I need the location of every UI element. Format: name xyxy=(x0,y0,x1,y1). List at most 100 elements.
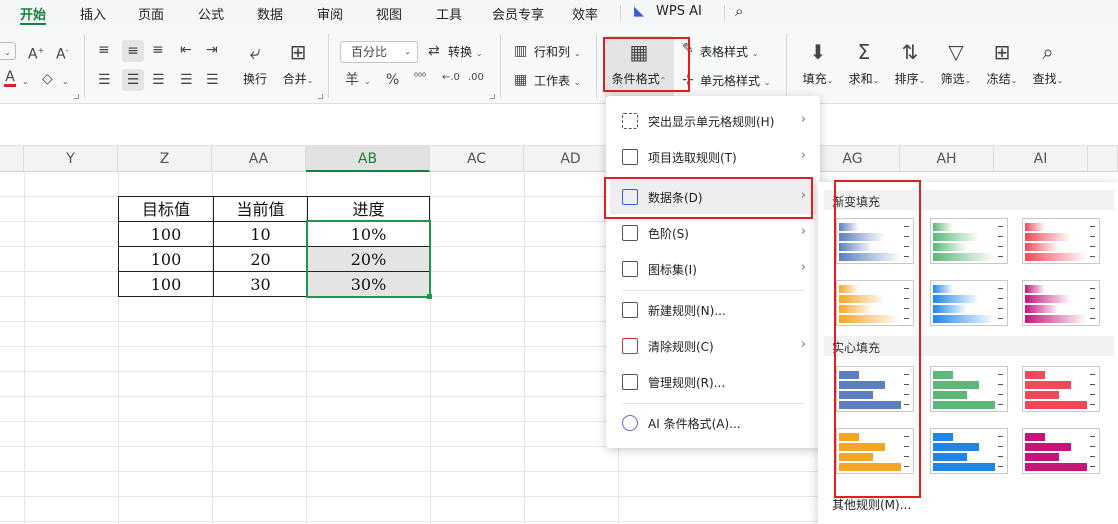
eraser-icon[interactable]: ◇ xyxy=(42,71,53,87)
filter-button[interactable]: ▽ 筛选⌄ xyxy=(934,36,978,87)
convert-icon[interactable]: ⇄ xyxy=(428,43,440,59)
menu-item-ai-conditional-format[interactable]: AI 条件格式(A)... xyxy=(610,406,816,440)
tab-wps-ai[interactable]: WPS AI xyxy=(656,4,702,19)
table-cell[interactable]: 100 xyxy=(119,222,214,247)
gradient-databar-magenta[interactable] xyxy=(1022,280,1100,326)
table-cell[interactable]: 10 xyxy=(214,222,308,247)
table-cell[interactable]: 30 xyxy=(214,272,308,297)
row-col-button[interactable]: 行和列 ⌄ xyxy=(534,43,581,60)
highlight-box-conditional-format xyxy=(603,37,690,92)
font-group-launcher[interactable] xyxy=(74,94,79,99)
decrease-font-icon[interactable]: A- xyxy=(56,43,68,63)
decrease-decimal-icon[interactable]: .00 xyxy=(468,70,484,86)
worksheet-button[interactable]: 工作表 ⌄ xyxy=(534,72,581,89)
header-progress[interactable]: 进度 xyxy=(308,197,430,222)
swatch-bar xyxy=(1025,243,1059,251)
align-middle-icon[interactable]: ≡ xyxy=(122,40,144,62)
sort-button[interactable]: ⇅ 排序⌄ xyxy=(888,36,932,87)
align-top-icon[interactable]: ≡ xyxy=(98,42,110,58)
row-col-icon[interactable]: ▥ xyxy=(514,43,527,59)
divider xyxy=(596,34,597,98)
cell-style-button[interactable]: 单元格样式 ⌄ xyxy=(700,72,771,89)
menu-item-new-rule[interactable]: 新建规则(N)... xyxy=(610,293,816,327)
distribute-icon[interactable]: ☰ xyxy=(206,72,219,88)
column-header-ah[interactable]: AH xyxy=(900,146,994,172)
column-header-ad[interactable]: AD xyxy=(524,146,618,172)
menu-item-icon-sets[interactable]: 图标集(I) › xyxy=(610,252,816,286)
column-header-aa[interactable]: AA xyxy=(212,146,306,172)
increase-decimal-icon[interactable]: ←.0 xyxy=(442,70,460,86)
wps-ai-logo-icon[interactable]: ◣ xyxy=(634,4,644,19)
tab-efficiency[interactable]: 效率 xyxy=(572,4,598,23)
tab-tools[interactable]: 工具 xyxy=(436,4,462,23)
menu-item-manage-rules[interactable]: 管理规则(R)... xyxy=(610,365,816,399)
thousands-icon[interactable]: ⁰⁰⁰ xyxy=(414,70,426,86)
increase-font-icon[interactable]: A+ xyxy=(28,43,44,63)
increase-indent-icon[interactable]: ⇥ xyxy=(206,42,218,58)
column-header-aj[interactable] xyxy=(1088,146,1118,172)
font-size-box[interactable]: ⌄ xyxy=(0,42,16,60)
align-group-launcher[interactable] xyxy=(318,94,323,99)
gradient-databar-red[interactable] xyxy=(1022,218,1100,264)
tab-view[interactable]: 视图 xyxy=(376,4,402,23)
column-header-ai[interactable]: AI xyxy=(994,146,1088,172)
tab-formula[interactable]: 公式 xyxy=(198,4,224,23)
column-header-ag[interactable]: AG xyxy=(806,146,900,172)
table-cell[interactable]: 20 xyxy=(214,247,308,272)
table-cell[interactable]: 100 xyxy=(119,272,214,297)
solid-databar-green[interactable] xyxy=(930,366,1008,412)
corner-cell[interactable] xyxy=(0,146,24,172)
solid-databar-red[interactable] xyxy=(1022,366,1100,412)
tab-insert[interactable]: 插入 xyxy=(80,4,106,23)
currency-icon[interactable]: 羊 xyxy=(345,72,359,88)
tab-page[interactable]: 页面 xyxy=(138,4,164,23)
wrap-button[interactable]: ⤶ 换行 xyxy=(233,36,277,87)
align-left-icon[interactable]: ☰ xyxy=(98,72,111,88)
merge-button[interactable]: ⊞ 合并⌄ xyxy=(276,36,320,87)
align-bottom-icon[interactable]: ≡ xyxy=(152,42,164,58)
search-icon[interactable]: ⌕ xyxy=(735,2,743,20)
swatch-tick xyxy=(998,226,1003,227)
swatch-bar xyxy=(933,401,995,409)
column-header-ab[interactable]: AB xyxy=(306,146,430,172)
column-header-z[interactable]: Z xyxy=(118,146,212,172)
justify-icon[interactable]: ☰ xyxy=(180,72,193,88)
gradient-databar-lightblue[interactable] xyxy=(930,280,1008,326)
table-style-button[interactable]: 表格样式 ⌄ xyxy=(700,43,759,60)
number-format-select[interactable]: 百分比 ⌄ xyxy=(340,41,418,63)
sum-button[interactable]: Σ 求和⌄ xyxy=(842,36,886,87)
gradient-databar-green[interactable] xyxy=(930,218,1008,264)
fill-handle[interactable] xyxy=(427,294,432,299)
formula-bar-area xyxy=(0,104,1118,146)
find-button[interactable]: ⌕ 查找⌄ xyxy=(1026,36,1070,87)
menu-item-top-bottom-rules[interactable]: 项目选取规则(T) › xyxy=(610,140,816,174)
menu-item-highlight-rules[interactable]: 突出显示单元格规则(H) › xyxy=(610,104,816,138)
solid-databar-magenta[interactable] xyxy=(1022,428,1100,474)
worksheet-icon[interactable]: ▦ xyxy=(514,72,527,88)
tab-review[interactable]: 审阅 xyxy=(317,4,343,23)
menu-item-color-scales[interactable]: 色阶(S) › xyxy=(610,216,816,250)
more-rules-link[interactable]: 其他规则(M)... xyxy=(832,496,911,513)
font-color-icon[interactable]: A xyxy=(4,70,16,87)
percent-icon[interactable]: % xyxy=(386,72,399,88)
freeze-button[interactable]: ⊞ 冻结⌄ xyxy=(980,36,1024,87)
tab-data[interactable]: 数据 xyxy=(257,4,283,23)
table-cell[interactable]: 100 xyxy=(119,247,214,272)
chevron-down-icon[interactable]: ⌄ xyxy=(22,74,29,90)
chevron-down-icon[interactable]: ⌄ xyxy=(62,74,69,90)
menu-item-clear-rules[interactable]: 清除规则(C) › xyxy=(610,329,816,363)
number-group-launcher[interactable] xyxy=(490,94,495,99)
convert-button[interactable]: 转换 ⌄ xyxy=(448,43,483,60)
header-current[interactable]: 当前值 xyxy=(214,197,308,222)
column-header-y[interactable]: Y xyxy=(24,146,118,172)
decrease-indent-icon[interactable]: ⇤ xyxy=(180,42,192,58)
tab-member[interactable]: 会员专享 xyxy=(492,4,544,23)
fill-button[interactable]: ⬇ 填充⌄ xyxy=(796,36,840,87)
solid-databar-lightblue[interactable] xyxy=(930,428,1008,474)
chevron-down-icon[interactable]: ⌄ xyxy=(364,74,371,90)
align-right-icon[interactable]: ☰ xyxy=(152,72,165,88)
header-target[interactable]: 目标值 xyxy=(119,197,214,222)
align-center-icon[interactable]: ☰ xyxy=(122,69,144,91)
column-header-ac[interactable]: AC xyxy=(430,146,524,172)
tab-home[interactable]: 开始 xyxy=(20,4,46,23)
